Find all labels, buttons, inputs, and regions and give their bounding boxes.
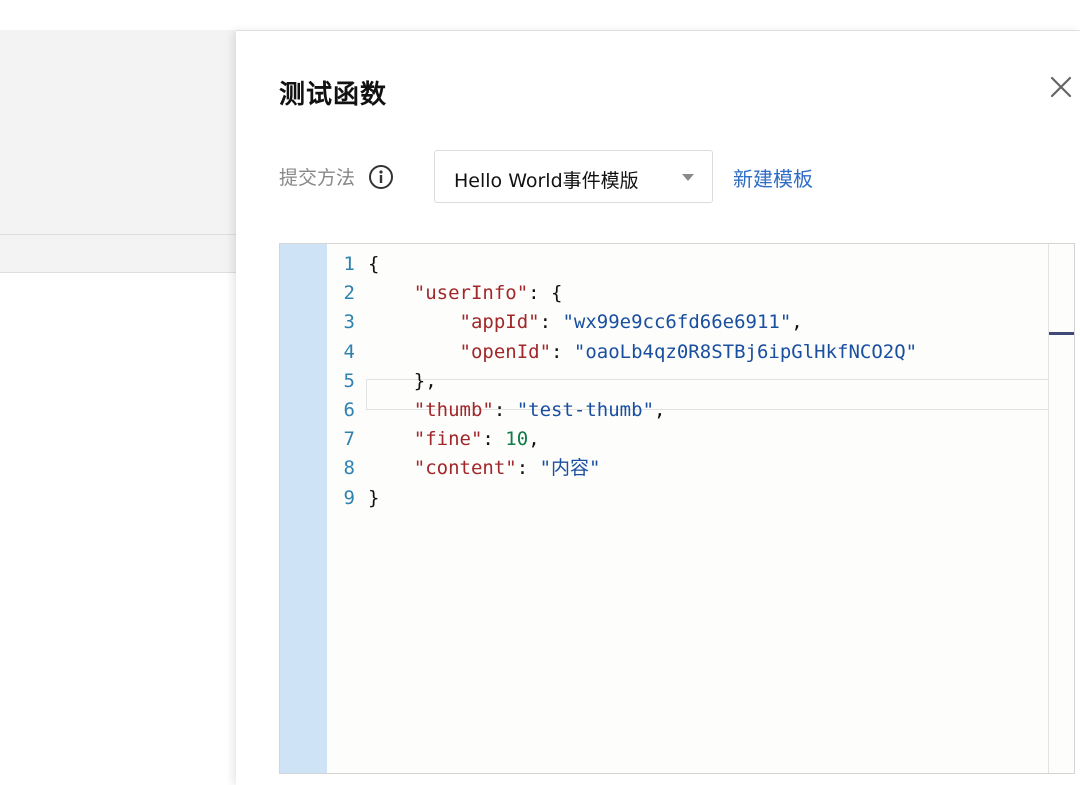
code-token: "appId" [459, 311, 540, 334]
code-token: { [368, 253, 380, 275]
code-token: "userInfo" [413, 282, 529, 305]
code-token: , [654, 398, 666, 421]
line-number: 4 [343, 340, 355, 363]
caret-down-icon [682, 174, 694, 181]
submit-method-label: 提交方法 [279, 167, 356, 189]
code-line: "fine": 10, [368, 425, 1046, 454]
code-token: , [528, 428, 540, 451]
editor-gutter [280, 244, 327, 773]
code-token: "oaoLb4qz0R8STBj6ipGlHkfNCO2Q" [573, 340, 918, 363]
line-numbers: 1 2 3 4 5 6 7 8 9 [327, 250, 355, 513]
code-line: "appId": "wx99e9cc6fd66e6911", [368, 308, 1046, 337]
line-number: 7 [343, 428, 355, 451]
code-token: }, [368, 369, 437, 392]
code-token: , [791, 311, 803, 334]
code-token: "fine" [413, 428, 483, 451]
code-token: : [539, 311, 563, 334]
drawer-title: 测试函数 [279, 80, 388, 110]
code-token: : [516, 457, 540, 480]
info-icon[interactable] [368, 164, 394, 190]
code-token: "test-thumb" [516, 398, 655, 421]
code-line: "content": "内容" [368, 454, 1046, 483]
code-line: "userInfo": { [368, 279, 1046, 308]
editor-overview-ruler[interactable] [1048, 244, 1074, 773]
code-line: } [368, 484, 1046, 513]
code-line: "thumb": "test-thumb", [368, 396, 1046, 425]
close-button[interactable] [1044, 70, 1078, 104]
background-page-header [0, 30, 236, 235]
code-token: 10 [505, 428, 529, 451]
code-token: } [368, 486, 380, 509]
code-token: "thumb" [413, 398, 494, 421]
code-token: "wx99e9cc6fd66e6911" [562, 311, 792, 334]
code-token: : [482, 428, 506, 451]
background-table-header [0, 235, 236, 273]
code-editor[interactable]: 1 2 3 4 5 6 7 8 9 { "userInfo": { "appId": "wx99… [279, 243, 1075, 774]
code-token: : { [528, 282, 563, 305]
template-select[interactable]: Hello World事件模版 [434, 150, 713, 203]
line-number: 9 [343, 486, 355, 509]
code-line: }, [368, 367, 1046, 396]
code-token: "content" [413, 457, 517, 480]
line-number: 3 [343, 311, 355, 334]
line-number: 2 [343, 282, 355, 305]
line-number: 8 [343, 457, 355, 480]
line-number: 6 [343, 398, 355, 421]
code-line: "openId": "oaoLb4qz0R8STBj6ipGlHkfNCO2Q" [368, 338, 1046, 367]
code-token: : [551, 340, 574, 363]
code-token: "openId" [459, 340, 552, 363]
close-icon [1050, 76, 1072, 98]
code-content[interactable]: { "userInfo": { "appId": "wx99e9cc6fd66e… [368, 250, 1046, 513]
template-select-value: Hello World事件模版 [454, 170, 639, 192]
line-number: 5 [343, 369, 355, 392]
code-token: : [493, 398, 517, 421]
new-template-link[interactable]: 新建模板 [733, 163, 813, 192]
overview-ruler-marker [1049, 332, 1074, 335]
code-token: "内容" [539, 457, 601, 480]
code-line: { [368, 250, 1046, 279]
line-number: 1 [343, 253, 355, 275]
